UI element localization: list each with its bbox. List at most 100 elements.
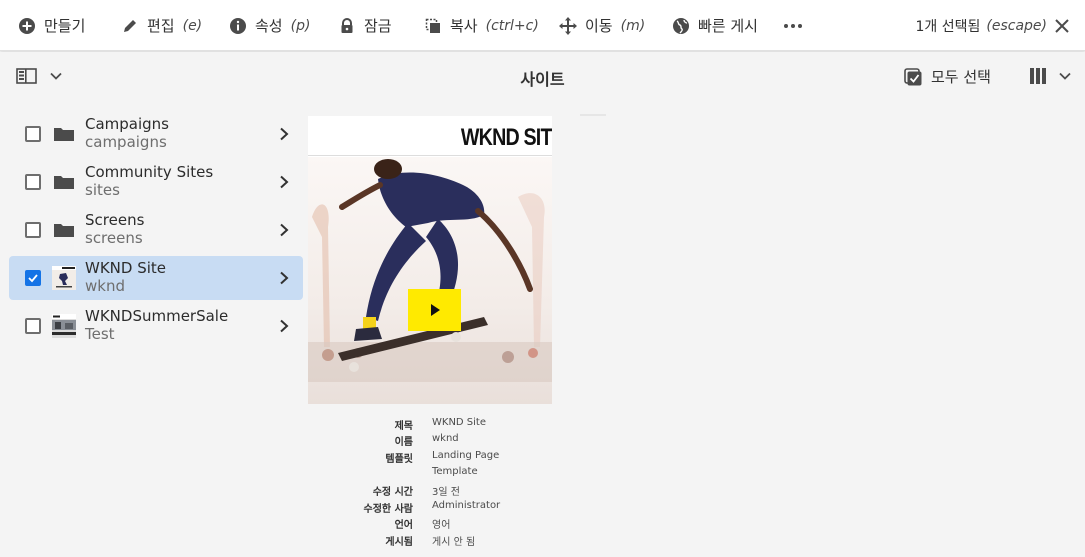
list-item-campaigns[interactable]: Campaigns campaigns xyxy=(9,112,303,156)
item-title: Community Sites xyxy=(85,163,214,181)
selection-status: 1개 선택됨 (escape) xyxy=(916,0,1072,51)
site-thumbnail xyxy=(52,266,76,290)
quick-publish-button[interactable]: 빠른 게시 xyxy=(672,0,758,51)
item-title: WKNDSummerSale xyxy=(85,307,229,325)
chevron-down-icon xyxy=(50,72,62,80)
property-label: 이름 xyxy=(394,437,413,448)
site-thumbnail xyxy=(52,314,76,338)
chevron-right-icon[interactable] xyxy=(277,271,291,285)
list-item-community-sites[interactable]: Community Sites sites xyxy=(9,160,303,204)
preview-site-header: WKND SIT xyxy=(308,116,552,156)
item-name: screens xyxy=(85,229,143,247)
select-all-button[interactable]: 모두 선택 xyxy=(903,66,991,87)
property-label: 템플릿 xyxy=(385,454,413,465)
select-all-icon xyxy=(904,67,922,85)
preview-brand-logo: WKND SIT xyxy=(461,124,552,151)
move-label: 이동 xyxy=(585,17,613,35)
play-button[interactable] xyxy=(408,289,461,331)
move-icon xyxy=(559,16,577,35)
row-checkbox[interactable] xyxy=(25,318,41,334)
copy-shortcut: (ctrl+c) xyxy=(485,17,539,34)
chevron-right-icon[interactable] xyxy=(277,127,291,141)
item-name: sites xyxy=(85,181,120,199)
property-value: Template xyxy=(432,466,478,477)
chevron-right-icon[interactable] xyxy=(277,319,291,333)
property-title: 제목 WKND Site xyxy=(308,417,568,433)
property-value: 영어 xyxy=(432,520,451,531)
selection-count: 1개 선택됨 xyxy=(915,18,981,35)
folder-icon xyxy=(54,224,74,237)
property-value: Administrator xyxy=(432,500,501,511)
list-item-wknd-site[interactable]: WKND Site wknd xyxy=(9,256,303,300)
chevron-down-icon xyxy=(1059,72,1071,80)
quick-publish-label: 빠른 게시 xyxy=(698,17,758,35)
property-template-cont: Template xyxy=(308,466,568,482)
chevron-right-icon[interactable] xyxy=(277,223,291,237)
action-bar: 만들기 편집 (e) 속성 (p) 잠금 복사 (ctrl+c) 이동 (m) xyxy=(0,0,1085,51)
pencil-icon xyxy=(121,17,139,35)
property-value: 3일 전 xyxy=(432,487,460,498)
chevron-right-icon[interactable] xyxy=(277,175,291,189)
select-all-label: 모두 선택 xyxy=(931,68,991,86)
side-panel-icon xyxy=(16,68,37,84)
edit-shortcut: (e) xyxy=(182,17,203,34)
properties-shortcut: (p) xyxy=(290,17,311,34)
column-divider xyxy=(580,114,606,116)
selection-shortcut: (escape) xyxy=(986,17,1047,34)
lock-label: 잠금 xyxy=(364,17,392,35)
property-published: 게시됨 게시 안 됨 xyxy=(308,533,568,549)
property-value: wknd xyxy=(432,433,459,444)
properties-label: 속성 xyxy=(255,17,283,35)
item-name: wknd xyxy=(85,277,125,295)
copy-icon xyxy=(424,17,442,35)
property-modified-by: 수정한 사람 Administrator xyxy=(308,500,568,516)
ellipsis-icon xyxy=(783,17,803,35)
rail-toggle-button[interactable] xyxy=(16,67,62,85)
folder-icon xyxy=(54,128,74,141)
close-icon[interactable] xyxy=(1053,17,1071,35)
content-header: 사이트 모두 선택 xyxy=(0,52,1085,102)
property-template: 템플릿 Landing Page xyxy=(308,450,568,466)
row-checkbox-checked[interactable] xyxy=(25,270,41,286)
property-label: 언어 xyxy=(394,520,413,531)
item-title: WKND Site xyxy=(85,259,167,277)
row-checkbox[interactable] xyxy=(25,126,41,142)
checkmark-icon xyxy=(28,274,38,283)
item-name: campaigns xyxy=(85,133,167,151)
info-icon xyxy=(229,17,247,35)
property-label: 게시됨 xyxy=(385,537,413,548)
property-modified: 수정 시간 3일 전 xyxy=(308,483,568,499)
copy-button[interactable]: 복사 (ctrl+c) xyxy=(424,0,539,51)
view-switcher[interactable] xyxy=(1029,67,1071,85)
row-checkbox[interactable] xyxy=(25,222,41,238)
preview-hero-image xyxy=(308,157,552,404)
add-circle-icon xyxy=(18,17,36,35)
play-icon xyxy=(430,304,440,316)
move-shortcut: (m) xyxy=(620,17,646,34)
item-title: Campaigns xyxy=(85,115,170,133)
edit-button[interactable]: 편집 (e) xyxy=(121,0,202,51)
list-item-wknd-summer-sale[interactable]: WKNDSummerSale Test xyxy=(9,304,303,348)
copy-label: 복사 xyxy=(450,17,478,35)
preview-thumbnail: WKND SIT xyxy=(308,116,552,404)
lock-icon xyxy=(338,17,356,35)
column-view-icon xyxy=(1030,68,1046,84)
sites-column: Campaigns campaigns Community Sites site… xyxy=(0,102,311,557)
create-label: 만들기 xyxy=(44,17,86,35)
property-label: 제목 xyxy=(394,421,413,432)
item-name: Test xyxy=(85,325,115,343)
row-checkbox[interactable] xyxy=(25,174,41,190)
property-value: Landing Page xyxy=(432,450,500,461)
list-item-screens[interactable]: Screens screens xyxy=(9,208,303,252)
folder-icon xyxy=(54,176,74,189)
properties-button[interactable]: 속성 (p) xyxy=(229,0,310,51)
globe-icon xyxy=(672,17,690,35)
property-label: 수정 시간 xyxy=(372,487,413,498)
property-label: 수정한 사람 xyxy=(363,504,413,515)
property-value: WKND Site xyxy=(432,417,487,428)
create-button[interactable]: 만들기 xyxy=(18,0,85,51)
property-language: 언어 영어 xyxy=(308,516,568,532)
lock-button[interactable]: 잠금 xyxy=(338,0,392,51)
more-actions-button[interactable] xyxy=(783,0,803,51)
move-button[interactable]: 이동 (m) xyxy=(559,0,645,51)
